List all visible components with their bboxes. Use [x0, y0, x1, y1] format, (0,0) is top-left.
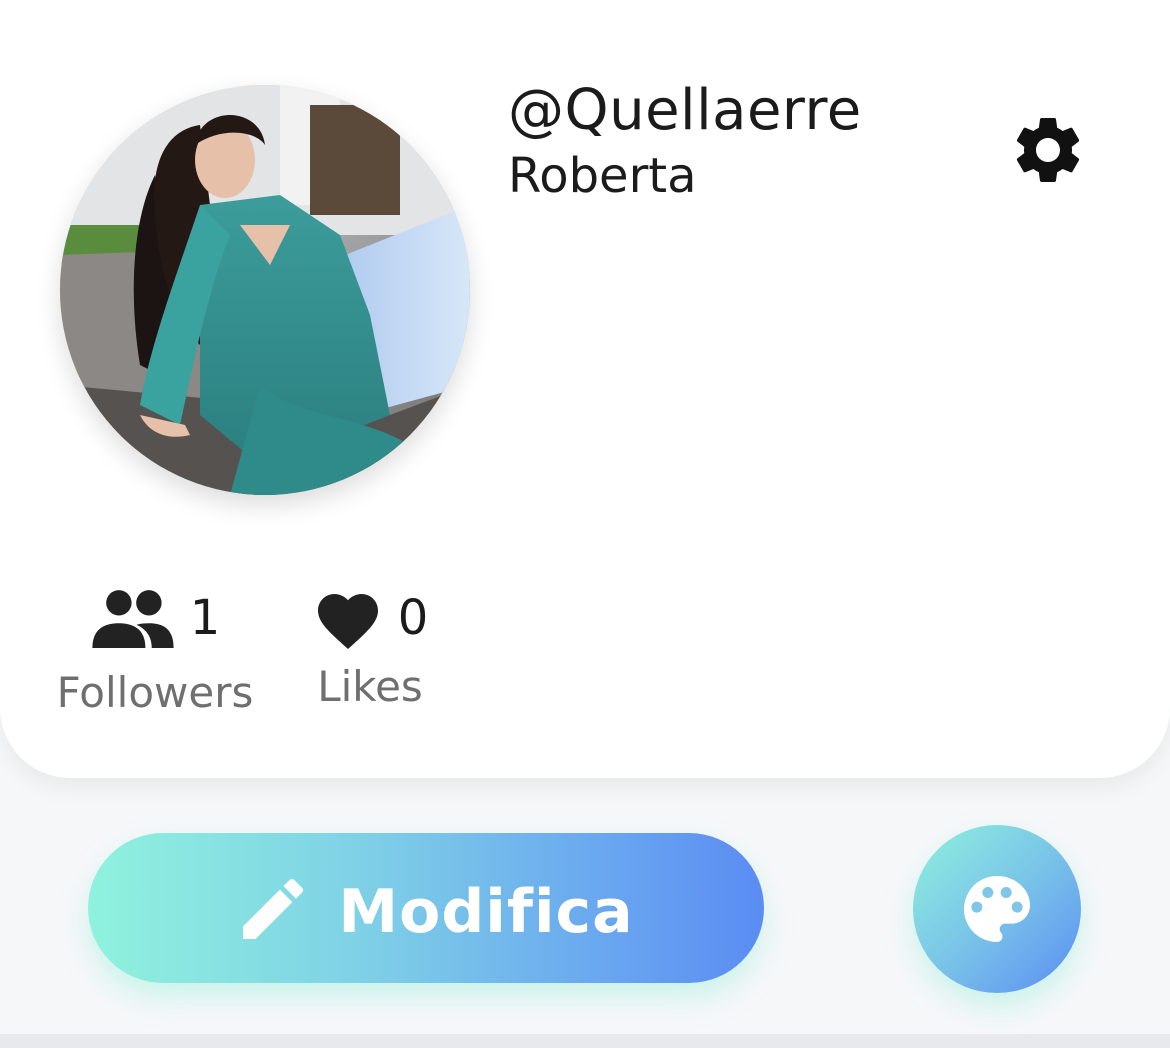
likes-row: 0: [290, 580, 450, 656]
avatar-photo: [60, 85, 470, 495]
edit-profile-button[interactable]: Modifica: [88, 833, 764, 983]
people-icon: [92, 590, 174, 648]
profile-screen: @Quellaerre Roberta 1 Followers 0 Likes: [0, 0, 1170, 1048]
gear-icon: [1016, 117, 1080, 182]
edit-profile-label: Modifica: [338, 877, 634, 947]
likes-stat[interactable]: 0 Likes: [290, 580, 450, 711]
divider: [0, 1034, 1170, 1048]
theme-button[interactable]: [913, 825, 1081, 993]
followers-stat[interactable]: 1 Followers: [40, 580, 270, 717]
heart-icon: [317, 594, 378, 650]
palette-icon: [964, 876, 1030, 942]
username: @Quellaerre: [508, 78, 862, 143]
followers-label: Followers: [56, 668, 254, 717]
followers-row: 1: [40, 580, 270, 656]
followers-count: 1: [189, 590, 221, 646]
display-name: Roberta: [508, 148, 697, 204]
avatar[interactable]: [60, 85, 470, 495]
settings-button[interactable]: [1008, 110, 1088, 190]
likes-label: Likes: [317, 662, 423, 711]
likes-count: 0: [397, 590, 429, 646]
